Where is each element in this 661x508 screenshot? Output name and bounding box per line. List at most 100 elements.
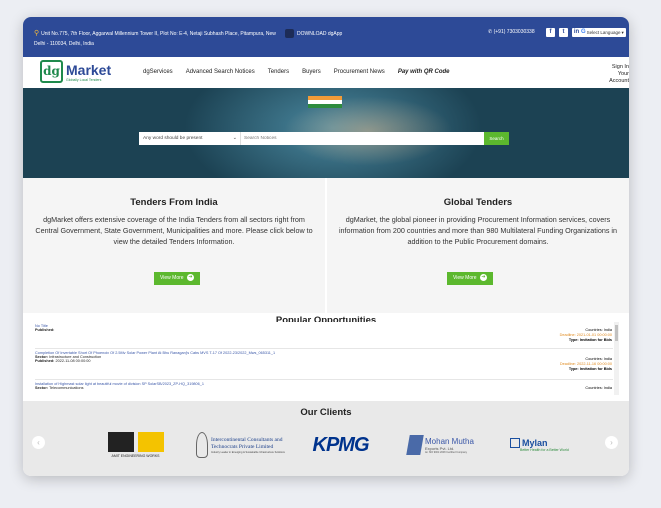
twitter-icon[interactable]: t <box>559 28 568 37</box>
published-label: Published: <box>35 328 55 332</box>
client-name-line2: Technocrats Private Limited <box>211 443 274 450</box>
address-line2: Delhi - 110034, Delhi, India <box>34 41 94 47</box>
opportunity-list: No Title Published: Countries: India Dea… <box>35 322 613 395</box>
mylan-mark-icon <box>510 438 520 448</box>
published-value: 2022-11-08 00:00:00 <box>55 359 91 363</box>
mylan-row: Mylan <box>510 438 548 448</box>
search-bar: Any word should be present ⌄ Search <box>139 132 509 145</box>
search-mode-select[interactable]: Any word should be present ⌄ <box>139 132 241 145</box>
arrow-right-icon: ➜ <box>186 274 194 282</box>
nav-item-tenders[interactable]: Tenders <box>268 69 289 75</box>
phone-number-text: (+91) 7303030338 <box>493 29 535 35</box>
list-item: Completion Of Invertable Short Of Phoeno… <box>35 349 613 380</box>
view-more-label: View More <box>453 275 477 281</box>
search-button[interactable]: Search <box>484 132 509 145</box>
client-logo-mohan-mutha: Mohan Mutha Exports Pvt. Ltd. An ISO 900… <box>406 422 488 468</box>
client-logo-icc: Intercontinental Consultants and Technoc… <box>196 422 286 468</box>
sector-value: Telecommunications <box>49 386 84 390</box>
carousel-next-button[interactable]: › <box>605 436 618 449</box>
client-tagline: Better Health for a Better World <box>520 448 569 452</box>
list-item: Installation of Highmast solar light at … <box>35 380 613 395</box>
countries: Countries: India <box>585 328 612 332</box>
download-app-label: DOWNLOAD dgApp <box>297 30 343 37</box>
sign-in-label: Sign In <box>611 64 629 70</box>
phone-number[interactable]: ✆ (+91) 7303030338 <box>488 29 535 35</box>
top-bar: ⚲ Unit No.775, 7th Floor, Aggarwal Millen… <box>23 17 629 57</box>
your-account-label: Your Account <box>609 71 629 84</box>
deadline: Deadline: 2022-11-16 00:00:00 <box>559 361 612 366</box>
our-clients: Our Clients ‹ › AMIT ENGINEERING WORKS I… <box>23 401 629 476</box>
card-text: dgMarket, the global pioneer in providin… <box>338 215 618 246</box>
client-name: Mylan <box>522 438 548 448</box>
global-tenders-card: Global Tenders dgMarket, the global pion… <box>327 178 629 313</box>
published-label: Published: <box>35 359 55 363</box>
india-flag-graphic <box>308 96 342 108</box>
phone-icon: ✆ <box>488 29 493 35</box>
google-translate-icon: G <box>581 29 586 35</box>
arrow-right-icon: ➜ <box>479 274 487 282</box>
language-select[interactable]: G Select Language ▾ <box>580 28 626 37</box>
amit-logo-mark <box>107 432 164 452</box>
client-logo-mylan: Mylan Better Health for a Better World <box>510 422 570 468</box>
opportunity-meta: Countries: India Deadline: 2021-01-01 00… <box>560 328 612 342</box>
nav-item-dgservices[interactable]: dgServices <box>143 69 173 75</box>
deadline: Deadline: 2021-01-01 00:00:00 <box>559 332 612 337</box>
location-pin-icon: ⚲ <box>34 30 40 37</box>
sector: Sector: Telecommunications <box>35 386 84 390</box>
logo-dg: dg <box>40 60 63 83</box>
search-input[interactable] <box>241 132 484 145</box>
card-title: Tenders From India <box>130 197 218 208</box>
client-logo-amit: AMIT ENGINEERING WORKS <box>88 422 183 468</box>
nav-item-pay-qr[interactable]: Pay with QR Code <box>398 69 450 75</box>
card-text: dgMarket offers extensive coverage of th… <box>35 215 313 246</box>
facebook-icon[interactable]: f <box>546 28 555 37</box>
list-scrollbar[interactable] <box>614 322 619 395</box>
language-select-label: Select Language <box>586 30 621 35</box>
dgmarket-logo[interactable]: dg Market Globally Local Tenders <box>40 60 112 84</box>
tender-cards: Tenders From India dgMarket offers exten… <box>23 178 629 313</box>
client-logo-kpmg: KPMG <box>303 422 378 468</box>
view-more-label: View More <box>160 275 184 281</box>
section-title: Our Clients <box>300 407 352 418</box>
nav-item-procurement-news[interactable]: Procurement News <box>334 69 385 75</box>
app-store-icon <box>285 29 294 38</box>
opportunity-meta: Countries: India <box>585 386 612 391</box>
client-name-block: Mohan Mutha Exports Pvt. Ltd. An ISO 900… <box>425 437 474 454</box>
logo-tagline: Globally Local Tenders <box>66 78 102 82</box>
chevron-down-icon: ⌄ <box>232 135 237 141</box>
social-links: f t in <box>546 28 581 37</box>
published: Published: 2022-11-08 00:00:00 <box>35 359 90 363</box>
search-mode-value: Any word should be present <box>143 136 203 141</box>
client-name: KPMG <box>312 433 370 456</box>
scrollbar-thumb[interactable] <box>615 325 618 341</box>
countries: Countries: India <box>585 357 612 361</box>
client-name-line1: Mohan Mutha <box>425 436 474 446</box>
mohan-mutha-mark-icon <box>406 435 424 455</box>
logo-block-dark <box>107 432 134 452</box>
view-more-button[interactable]: View More ➜ <box>154 272 200 285</box>
main-nav: dg Market Globally Local Tenders dgServi… <box>23 57 629 89</box>
client-logos: AMIT ENGINEERING WORKS Intercontinental … <box>78 422 578 468</box>
download-app-link[interactable]: DOWNLOAD dgApp <box>285 29 342 38</box>
carousel-prev-button[interactable]: ‹ <box>32 436 45 449</box>
view-more-button[interactable]: View More ➜ <box>447 272 493 285</box>
nav-item-buyers[interactable]: Buyers <box>302 69 321 75</box>
chevron-down-icon: ▾ <box>621 30 624 35</box>
nav-item-advanced-search[interactable]: Advanced Search Notices <box>186 69 255 75</box>
notice-type: Type: Invitation for Bids <box>568 337 612 342</box>
section-title: Popular Opportunities <box>275 315 377 322</box>
browser-frame: ⚲ Unit No.775, 7th Floor, Aggarwal Millen… <box>23 17 629 476</box>
sector-label: Sector: <box>35 386 49 390</box>
countries: Countries: India <box>585 386 612 390</box>
list-item: No Title Published: Countries: India Dea… <box>35 322 613 349</box>
sign-in-link[interactable]: Sign In Your Account <box>597 64 629 85</box>
client-sub: Industry Leader in Emerging & Sustainabl… <box>211 450 285 454</box>
address-line1: Unit No.775, 7th Floor, Aggarwal Millenn… <box>41 31 276 37</box>
logo-market: Market <box>66 62 112 78</box>
nav-menu: dgServices Advanced Search Notices Tende… <box>143 69 450 75</box>
client-name-block: Intercontinental Consultants and Technoc… <box>211 437 285 454</box>
client-sub: An ISO 9001:2008 Certified Company <box>425 450 467 454</box>
card-title: Global Tenders <box>443 197 513 208</box>
client-name-line1: Intercontinental Consultants and <box>211 436 283 443</box>
address: ⚲ Unit No.775, 7th Floor, Aggarwal Millen… <box>34 29 284 49</box>
